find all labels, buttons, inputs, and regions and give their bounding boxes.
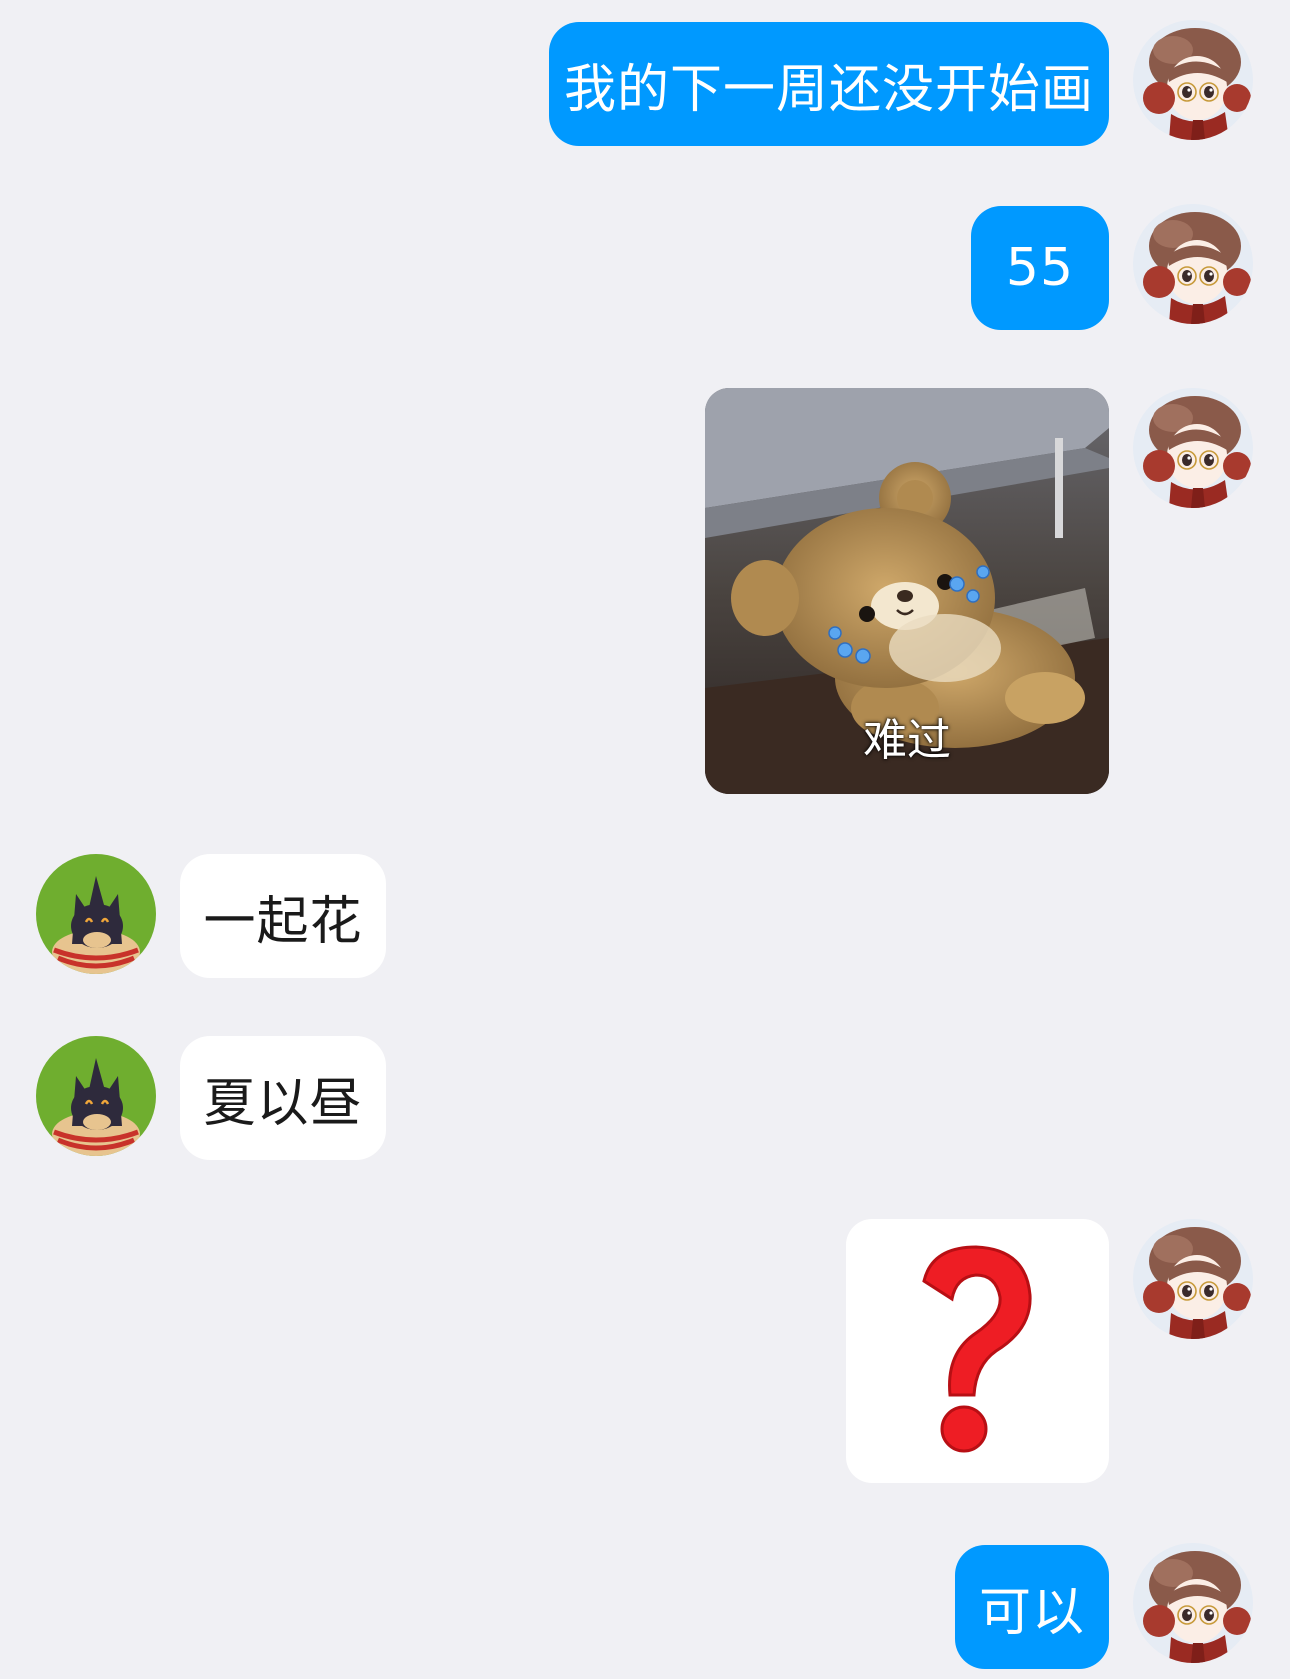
sticker-caption: 难过: [863, 715, 951, 766]
my-avatar[interactable]: [1133, 204, 1253, 324]
friend-avatar[interactable]: [36, 854, 156, 974]
my-avatar[interactable]: [1133, 1543, 1253, 1663]
message-bubble-incoming[interactable]: 夏以昼: [180, 1036, 386, 1160]
message-bubble-incoming[interactable]: 一起花: [180, 854, 386, 978]
message-bubble-outgoing[interactable]: 我的下一周还没开始画: [549, 22, 1109, 146]
message-bubble-outgoing[interactable]: 可以: [955, 1545, 1109, 1669]
message-bubble-outgoing[interactable]: 55: [971, 206, 1109, 330]
my-avatar[interactable]: [1133, 388, 1253, 508]
my-avatar[interactable]: [1133, 20, 1253, 140]
red-question-mark-sticker[interactable]: [846, 1219, 1109, 1483]
my-avatar[interactable]: [1133, 1219, 1253, 1339]
friend-avatar[interactable]: [36, 1036, 156, 1156]
crying-teddy-bear-sticker[interactable]: 难过: [705, 388, 1109, 794]
